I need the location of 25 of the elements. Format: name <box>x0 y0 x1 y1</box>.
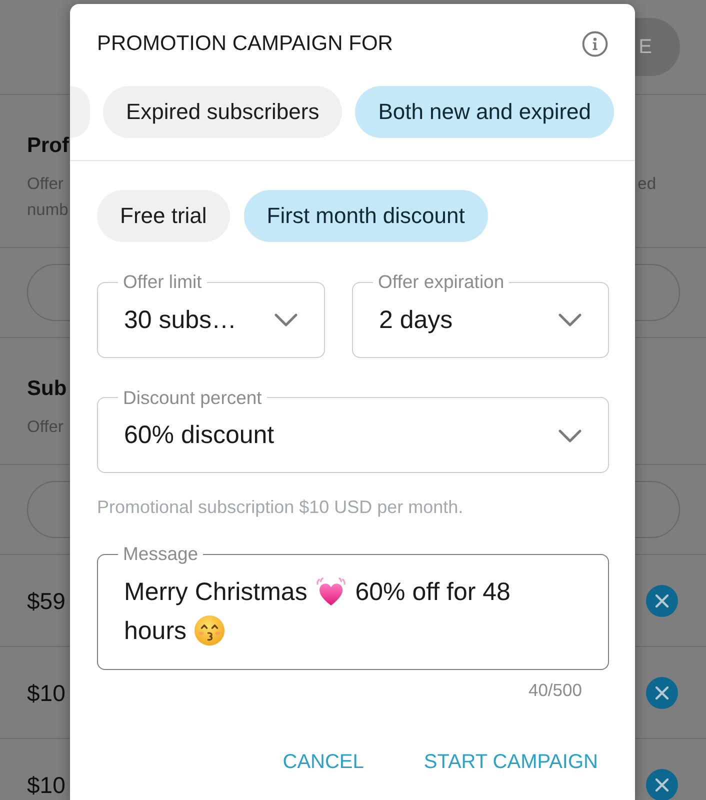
chevron-down-icon <box>274 313 298 328</box>
chevron-down-icon <box>558 313 582 328</box>
dialog-title: PROMOTION CAMPAIGN FOR <box>97 31 393 57</box>
field-label: Discount percent <box>122 386 263 408</box>
filter-chip[interactable]: Expired subscribers <box>103 86 342 138</box>
close-icon[interactable] <box>646 768 678 800</box>
field-label: Offer expiration <box>377 271 506 293</box>
info-icon[interactable] <box>582 31 608 57</box>
beating-heart-icon <box>314 576 348 606</box>
kissing-face-icon <box>194 614 224 646</box>
helper-text: Promotional subscription $10 USD per month. <box>97 496 464 518</box>
filter-chip[interactable]: Both new and expired <box>355 86 614 138</box>
price-label: $59 <box>27 588 66 614</box>
close-icon[interactable] <box>646 676 678 708</box>
section-title: Sub <box>27 376 67 402</box>
price-label: $10 <box>27 772 66 798</box>
close-icon[interactable] <box>646 584 678 616</box>
field-label: Offer limit <box>122 271 203 293</box>
filter-chip[interactable]: Free trial <box>97 190 230 242</box>
price-label: $10 <box>27 680 66 706</box>
chevron-down-icon <box>558 428 582 443</box>
character-counter: 40/500 <box>528 680 582 700</box>
field-label: Message <box>122 543 200 565</box>
filter-chip[interactable]: First month discount <box>244 190 488 242</box>
section-title: Prof <box>27 133 69 159</box>
